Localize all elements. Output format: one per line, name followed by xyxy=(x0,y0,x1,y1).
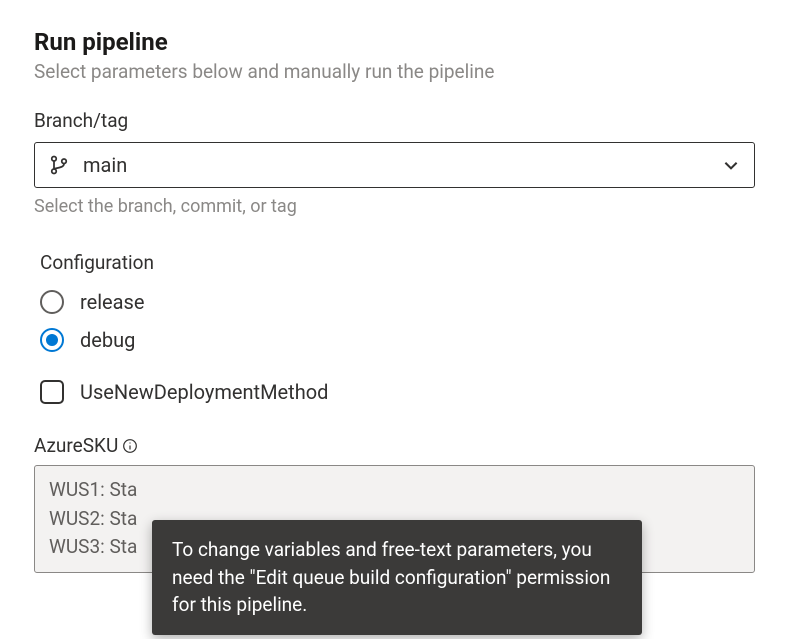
radio-release[interactable]: release xyxy=(40,290,755,314)
radio-debug-label: debug xyxy=(80,328,135,352)
radio-debug[interactable]: debug xyxy=(40,328,755,352)
branch-icon xyxy=(49,155,69,175)
chevron-down-icon xyxy=(722,156,740,174)
azuresku-label-text: AzureSKU xyxy=(34,434,118,457)
radio-debug-indicator xyxy=(40,328,64,352)
azuresku-label: AzureSKU xyxy=(34,434,755,457)
permission-tooltip: To change variables and free-text parame… xyxy=(152,520,642,635)
branch-dropdown[interactable]: main xyxy=(34,142,755,188)
branch-label: Branch/tag xyxy=(34,109,755,132)
branch-value: main xyxy=(83,153,722,177)
use-new-deployment-label: UseNewDeploymentMethod xyxy=(80,380,328,404)
info-icon[interactable] xyxy=(122,438,138,454)
radio-release-indicator xyxy=(40,290,64,314)
use-new-deployment-checkbox[interactable]: UseNewDeploymentMethod xyxy=(40,380,755,404)
page-subtitle: Select parameters below and manually run… xyxy=(34,60,755,83)
radio-release-label: release xyxy=(80,290,144,314)
checkbox-indicator xyxy=(40,380,64,404)
branch-helper: Select the branch, commit, or tag xyxy=(34,196,755,217)
page-title: Run pipeline xyxy=(34,28,755,56)
configuration-label: Configuration xyxy=(40,251,755,274)
azuresku-line-1: WUS1: Sta xyxy=(49,476,740,505)
